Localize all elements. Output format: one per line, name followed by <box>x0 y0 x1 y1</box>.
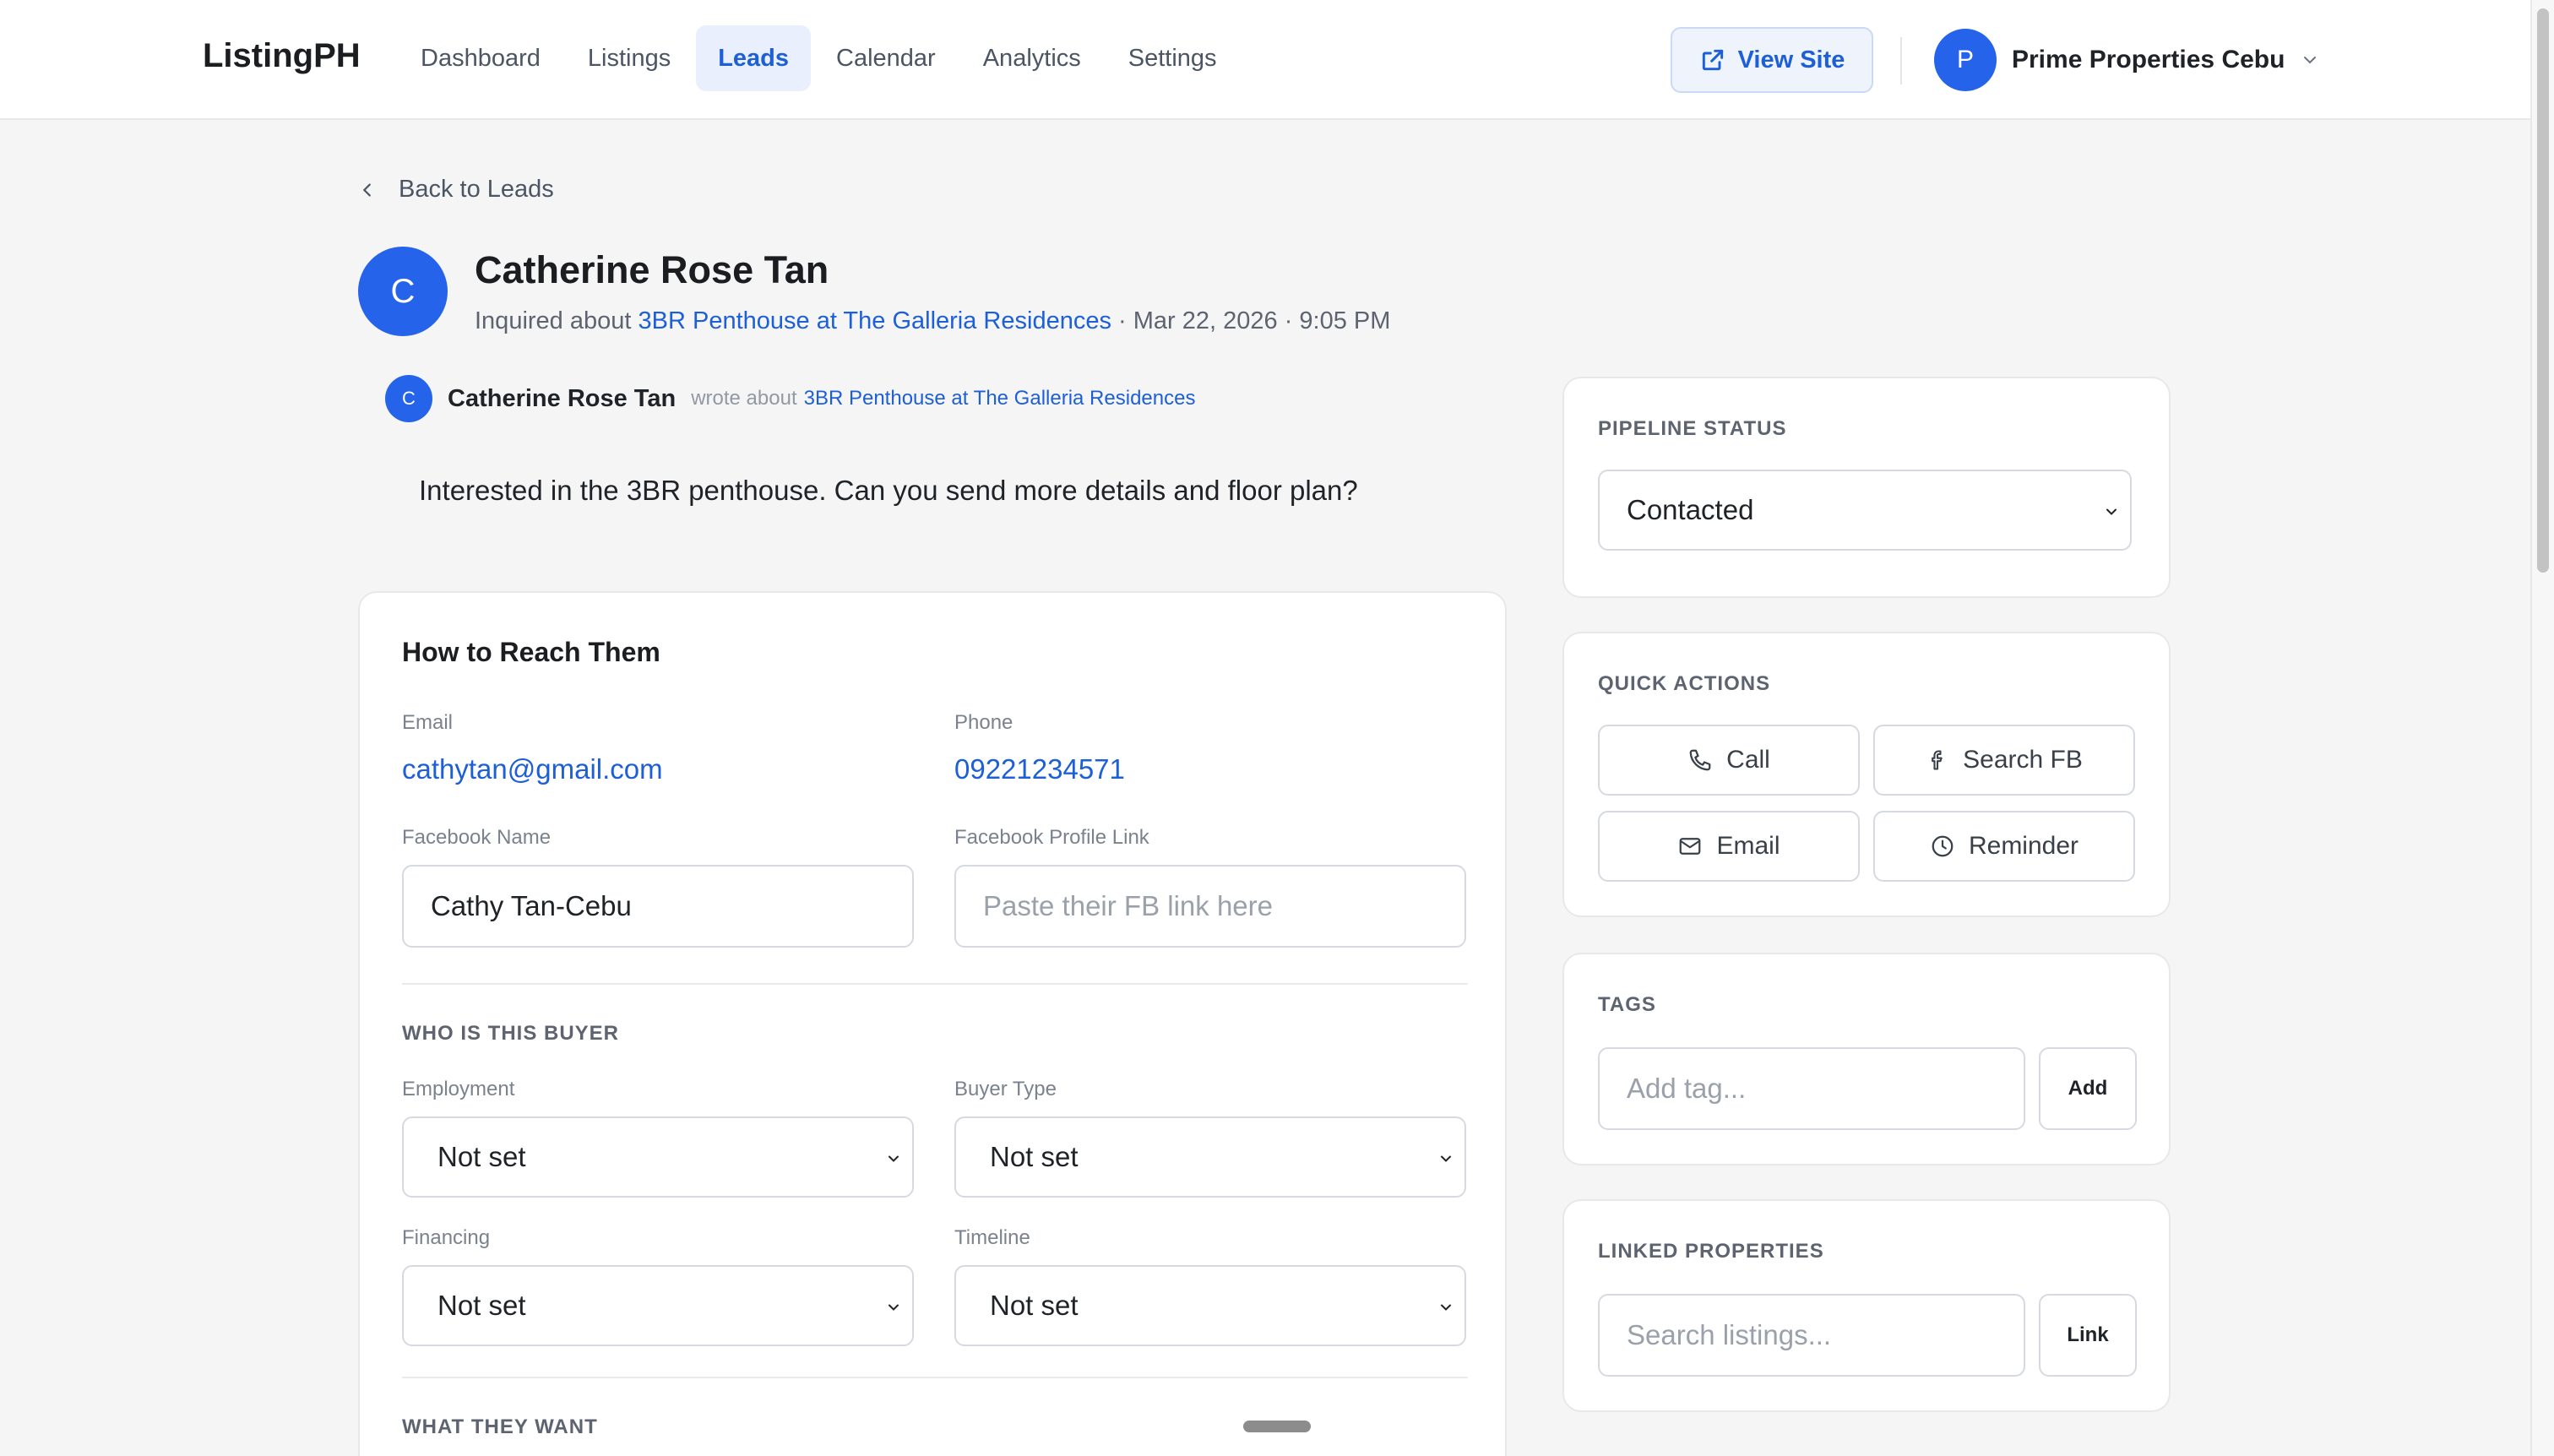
add-tag-input[interactable]: Add tag... <box>1598 1047 2025 1130</box>
message-author: Catherine Rose Tan <box>448 384 677 412</box>
fb-link-label: Facebook Profile Link <box>954 826 1149 849</box>
lead-info: Catherine Rose Tan Inquired about 3BR Pe… <box>475 248 1390 335</box>
chevron-down-icon <box>2285 50 2320 70</box>
lead-avatar: C <box>358 247 448 336</box>
contact-card: How to Reach Them Email cathytan@gmail.c… <box>358 591 1507 1456</box>
top-header: ListingPH Dashboard Listings Leads Calen… <box>0 0 2530 120</box>
link-property-button[interactable]: Link <box>2039 1294 2137 1377</box>
user-name: Prime Properties Cebu <box>2012 46 2285 73</box>
pipeline-status-select[interactable]: Contacted <box>1598 470 2132 551</box>
main-nav: Dashboard Listings Leads Calendar Analyt… <box>399 25 1242 91</box>
search-listings-input[interactable]: Search listings... <box>1598 1294 2025 1377</box>
email-label: Email <box>402 711 454 734</box>
section-divider <box>402 983 1468 985</box>
mail-icon <box>1677 834 1716 859</box>
financing-select[interactable]: Not set <box>402 1265 914 1346</box>
view-site-button[interactable]: View Site <box>1671 27 1873 93</box>
back-to-leads-link[interactable]: Back to Leads <box>358 176 554 204</box>
message-property-link[interactable]: 3BR Penthouse at The Galleria Residences <box>804 387 1196 410</box>
drag-handle[interactable] <box>1243 1421 1311 1432</box>
employment-label: Employment <box>402 1078 515 1100</box>
inquired-prefix: Inquired about <box>475 307 632 334</box>
lead-subtitle: Inquired about 3BR Penthouse at The Gall… <box>475 307 1390 335</box>
nav-dashboard[interactable]: Dashboard <box>399 25 562 91</box>
lead-date: · Mar 22, 2026 · 9:05 PM <box>1118 307 1391 334</box>
fb-link-input[interactable]: Paste their FB link here <box>954 865 1466 948</box>
message-text: Interested in the 3BR penthouse. Can you… <box>419 475 1358 506</box>
email-action-label: Email <box>1716 832 1780 860</box>
lead-header: C Catherine Rose Tan Inquired about 3BR … <box>358 247 1390 336</box>
header-divider <box>1900 37 1902 84</box>
message-wrote-about: wrote about <box>691 387 797 410</box>
nav-analytics[interactable]: Analytics <box>961 25 1103 91</box>
phone-link[interactable]: 09221234571 <box>954 753 1125 785</box>
section-divider <box>402 1377 1468 1378</box>
linked-properties-label: LINKED PROPERTIES <box>1598 1240 1824 1263</box>
facebook-icon <box>1926 748 1963 772</box>
financing-value: Not set <box>437 1290 526 1321</box>
buyer-type-label: Buyer Type <box>954 1078 1057 1100</box>
buyer-type-select[interactable]: Not set <box>954 1116 1466 1198</box>
quick-actions-card: QUICK ACTIONS Call Search FB Email Remin… <box>1562 632 2171 917</box>
nav-calendar[interactable]: Calendar <box>814 25 958 91</box>
chevron-left-icon <box>358 181 399 199</box>
email-link[interactable]: cathytan@gmail.com <box>402 753 663 785</box>
pipeline-status-value: Contacted <box>1627 494 1754 525</box>
add-tag-button[interactable]: Add <box>2039 1047 2137 1130</box>
search-fb-button[interactable]: Search FB <box>1873 725 2135 796</box>
reminder-label: Reminder <box>1968 832 2079 860</box>
app-logo[interactable]: ListingPH <box>203 37 361 75</box>
nav-settings[interactable]: Settings <box>1106 25 1239 91</box>
call-label: Call <box>1726 746 1770 774</box>
buyer-type-value: Not set <box>990 1141 1079 1172</box>
account-menu[interactable]: P Prime Properties Cebu <box>1934 29 2320 91</box>
lead-property-link[interactable]: 3BR Penthouse at The Galleria Residences <box>638 307 1111 334</box>
pipeline-label: PIPELINE STATUS <box>1598 417 1787 440</box>
message-header: C Catherine Rose Tan wrote about 3BR Pen… <box>385 375 1195 422</box>
clock-icon <box>1930 834 1969 859</box>
phone-icon <box>1687 747 1726 773</box>
timeline-value: Not set <box>990 1290 1079 1321</box>
vertical-scrollbar[interactable] <box>2530 0 2554 1456</box>
tags-label: TAGS <box>1598 993 1656 1016</box>
reminder-button[interactable]: Reminder <box>1873 811 2135 882</box>
email-button[interactable]: Email <box>1598 811 1860 882</box>
call-button[interactable]: Call <box>1598 725 1860 796</box>
financing-label: Financing <box>402 1226 491 1249</box>
back-label: Back to Leads <box>399 176 554 203</box>
timeline-select[interactable]: Not set <box>954 1265 1466 1346</box>
timeline-label: Timeline <box>954 1226 1030 1249</box>
employment-select[interactable]: Not set <box>402 1116 914 1198</box>
pipeline-card: PIPELINE STATUS Contacted <box>1562 377 2171 598</box>
contact-card-title: How to Reach Them <box>402 637 660 667</box>
linked-properties-card: LINKED PROPERTIES Search listings... Lin… <box>1562 1199 2171 1412</box>
employment-value: Not set <box>437 1141 526 1172</box>
quick-actions-label: QUICK ACTIONS <box>1598 672 1771 695</box>
tags-card: TAGS Add tag... Add <box>1562 953 2171 1165</box>
nav-leads[interactable]: Leads <box>696 25 812 91</box>
buyer-section-label: WHO IS THIS BUYER <box>402 1022 620 1045</box>
nav-listings[interactable]: Listings <box>566 25 693 91</box>
view-site-label: View Site <box>1737 46 1845 73</box>
fb-name-input[interactable]: Cathy Tan-Cebu <box>402 865 914 948</box>
phone-label: Phone <box>954 711 1013 734</box>
search-fb-label: Search FB <box>1963 746 2083 774</box>
user-avatar: P <box>1934 29 1997 91</box>
scrollbar-thumb[interactable] <box>2537 8 2549 573</box>
lead-name: Catherine Rose Tan <box>475 247 829 291</box>
external-link-icon <box>1699 46 1738 73</box>
wants-section-label: WHAT THEY WANT <box>402 1415 598 1438</box>
message-avatar: C <box>385 375 432 422</box>
fb-name-label: Facebook Name <box>402 826 552 849</box>
